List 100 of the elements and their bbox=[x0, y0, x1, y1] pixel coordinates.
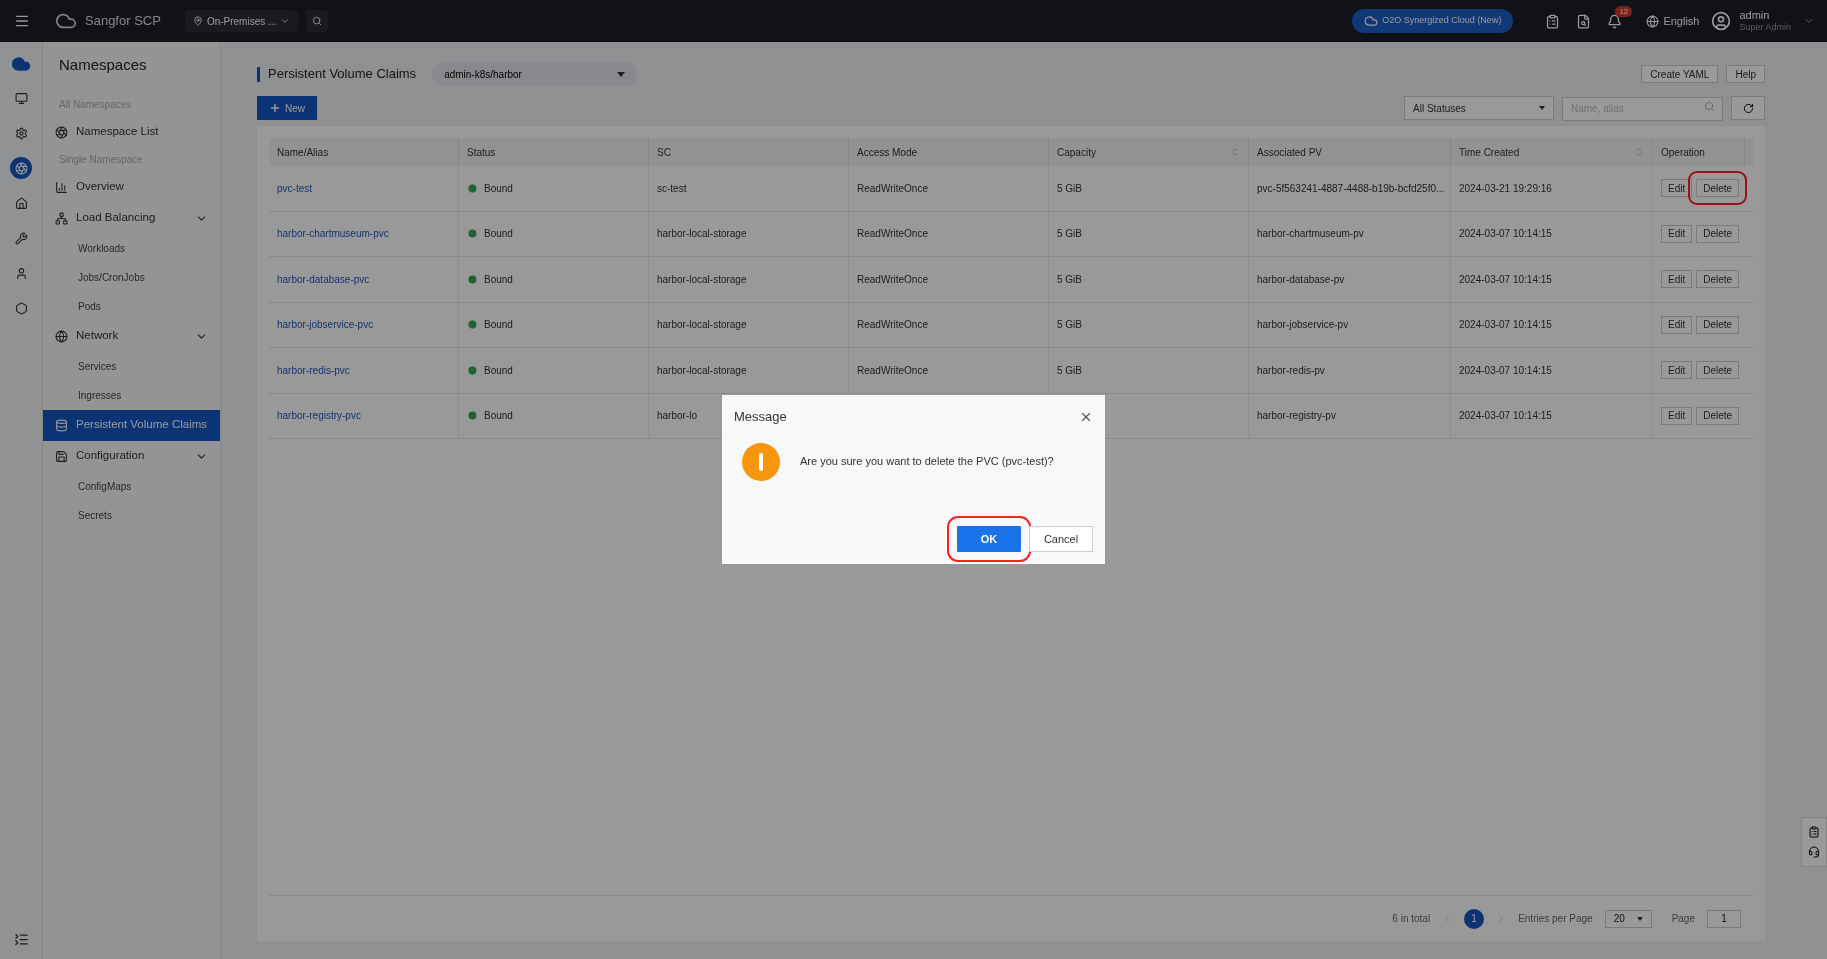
dialog-title: Message bbox=[734, 408, 787, 426]
sidebar-item[interactable]: Configuration bbox=[43, 440, 220, 472]
user-name: admin bbox=[1739, 8, 1771, 23]
row-action[interactable]: Edit bbox=[1661, 361, 1693, 380]
row-action[interactable]: Delete bbox=[1696, 315, 1740, 334]
status-text: Bound bbox=[467, 180, 513, 196]
user-role: Super Admin bbox=[1739, 22, 1791, 34]
status-icon bbox=[467, 273, 478, 285]
row-action[interactable]: Edit bbox=[1661, 315, 1693, 334]
clipboard-icon[interactable] bbox=[1808, 826, 1820, 838]
table-cell-text: harbor-redis-pv bbox=[1257, 363, 1325, 378]
table-cell-text: ReadWriteOnce bbox=[857, 227, 928, 242]
namespace-icon bbox=[55, 125, 68, 139]
globe-icon bbox=[1646, 14, 1660, 28]
sidebar-subitem[interactable]: Ingresses bbox=[43, 380, 220, 410]
title-marker bbox=[257, 66, 260, 82]
row-action[interactable]: Edit bbox=[1661, 224, 1693, 243]
column-header: Capacity bbox=[1057, 145, 1096, 160]
clipboard-icon[interactable] bbox=[1545, 13, 1561, 29]
table-cell-text: 5 GiB bbox=[1057, 318, 1082, 333]
refresh-button[interactable] bbox=[1731, 96, 1765, 120]
table-cell-text: pvc-5f563241-4887-4488-b19b-bcfd25f0... bbox=[1257, 181, 1445, 196]
sidebar-subitem[interactable]: Jobs/CronJobs bbox=[43, 262, 220, 292]
table-cell-text: 5 GiB bbox=[1057, 227, 1082, 242]
sidebar-item[interactable]: Persistent Volume Claims bbox=[43, 409, 220, 441]
table-cell-text: ReadWriteOnce bbox=[857, 318, 928, 333]
dialog-button[interactable]: OK bbox=[957, 526, 1021, 552]
table-cell-text: harbor-local-storage bbox=[657, 227, 747, 242]
dialog-button[interactable]: Cancel bbox=[1029, 526, 1093, 552]
table-cell-text: 2024-03-07 10:14:15 bbox=[1459, 363, 1552, 378]
cloud-icon bbox=[1364, 14, 1379, 28]
notification-badge: 12 bbox=[1615, 5, 1633, 17]
table-cell-text: harbor-local-storage bbox=[657, 318, 747, 333]
search-icon bbox=[1704, 101, 1715, 113]
sidebar-item[interactable]: Overview bbox=[43, 171, 220, 203]
caret-icon bbox=[280, 16, 291, 26]
language-select[interactable]: English bbox=[1663, 12, 1700, 30]
column-header: Operation bbox=[1661, 145, 1705, 160]
sidebar-subitem[interactable]: Pods bbox=[43, 291, 220, 321]
sidebar-item[interactable]: Namespace List bbox=[43, 116, 220, 148]
row-action[interactable]: Delete bbox=[1696, 224, 1740, 243]
search-icon[interactable] bbox=[306, 10, 329, 32]
pvc-link[interactable]: harbor-jobservice-pvc bbox=[277, 317, 374, 333]
table-cell-text: 5 GiB bbox=[1057, 363, 1082, 378]
per-page-select[interactable]: 20 bbox=[1604, 909, 1652, 928]
status-icon bbox=[467, 228, 478, 240]
bell-icon[interactable] bbox=[1607, 13, 1623, 29]
row-action[interactable]: Edit bbox=[1661, 179, 1693, 198]
table-cell-text: 2024-03-21 19:29:16 bbox=[1459, 181, 1552, 196]
save-icon bbox=[55, 449, 68, 463]
row-action[interactable]: Delete bbox=[1696, 361, 1740, 380]
column-header: SC bbox=[657, 145, 671, 160]
pvc-link[interactable]: pvc-test bbox=[277, 180, 312, 196]
sidebar-item[interactable]: Load Balancing bbox=[43, 202, 220, 234]
sidebar-subitem[interactable]: Workloads bbox=[43, 233, 220, 263]
avatar-icon bbox=[1711, 11, 1732, 31]
table-cell-text: ReadWriteOnce bbox=[857, 272, 928, 287]
plus-icon bbox=[269, 102, 281, 114]
header-button[interactable]: Create YAML bbox=[1641, 65, 1719, 83]
pvc-link[interactable]: harbor-database-pvc bbox=[277, 271, 370, 287]
refresh-icon bbox=[1742, 102, 1754, 114]
row-action[interactable]: Delete bbox=[1696, 270, 1740, 289]
sidebar-subitem[interactable]: ConfigMaps bbox=[43, 471, 220, 501]
collapse-icon[interactable] bbox=[13, 932, 29, 947]
row-action[interactable]: Edit bbox=[1661, 406, 1693, 425]
status-icon bbox=[467, 319, 478, 331]
table-cell-text: ReadWriteOnce bbox=[857, 181, 928, 196]
location-select[interactable]: On-Premises ... bbox=[184, 10, 299, 32]
total-count: 6 in total bbox=[1392, 912, 1431, 926]
pvc-link[interactable]: harbor-redis-pvc bbox=[277, 362, 350, 378]
table-cell-text: harbor-chartmuseum-pv bbox=[1257, 227, 1364, 242]
column-header: Name/Alias bbox=[277, 145, 329, 160]
sidebar-title: Namespaces bbox=[58, 55, 148, 75]
pvc-link[interactable]: harbor-registry-pvc bbox=[277, 408, 361, 424]
row-action[interactable]: Delete bbox=[1696, 406, 1740, 425]
table-cell-text: 5 GiB bbox=[1057, 272, 1082, 287]
sidebar-subitem[interactable]: Secrets bbox=[43, 500, 220, 530]
table-cell-text: harbor-local-storage bbox=[657, 363, 747, 378]
namespace-icon[interactable] bbox=[10, 157, 32, 179]
status-filter[interactable]: All Statuses bbox=[1404, 96, 1554, 120]
file-search-icon[interactable] bbox=[1576, 13, 1592, 29]
pvc-link[interactable]: harbor-chartmuseum-pvc bbox=[277, 226, 389, 242]
status-text: Bound bbox=[467, 362, 513, 378]
sidebar-item[interactable]: Network bbox=[43, 320, 220, 352]
namespace-select[interactable]: admin-k8s/harbor bbox=[432, 62, 638, 86]
page-number[interactable]: 1 bbox=[1464, 908, 1485, 929]
caret-icon bbox=[1539, 106, 1545, 110]
row-action[interactable]: Edit bbox=[1661, 270, 1693, 289]
header-button[interactable]: Help bbox=[1726, 65, 1765, 83]
caret-icon bbox=[617, 71, 626, 77]
table-cell-text: harbor-registry-pv bbox=[1257, 409, 1336, 424]
headset-icon[interactable] bbox=[1808, 846, 1820, 858]
cloud-button[interactable]: O2O Synergized Cloud (New) bbox=[1352, 9, 1514, 33]
column-header: Status bbox=[467, 145, 496, 160]
status-text: Bound bbox=[467, 226, 513, 242]
bar-chart-icon bbox=[55, 180, 68, 194]
sidebar-subitem[interactable]: Services bbox=[43, 351, 220, 381]
new-button[interactable]: New bbox=[257, 96, 317, 120]
brand-name: Sangfor SCP bbox=[85, 12, 161, 31]
page-input[interactable]: 1 bbox=[1707, 909, 1741, 928]
